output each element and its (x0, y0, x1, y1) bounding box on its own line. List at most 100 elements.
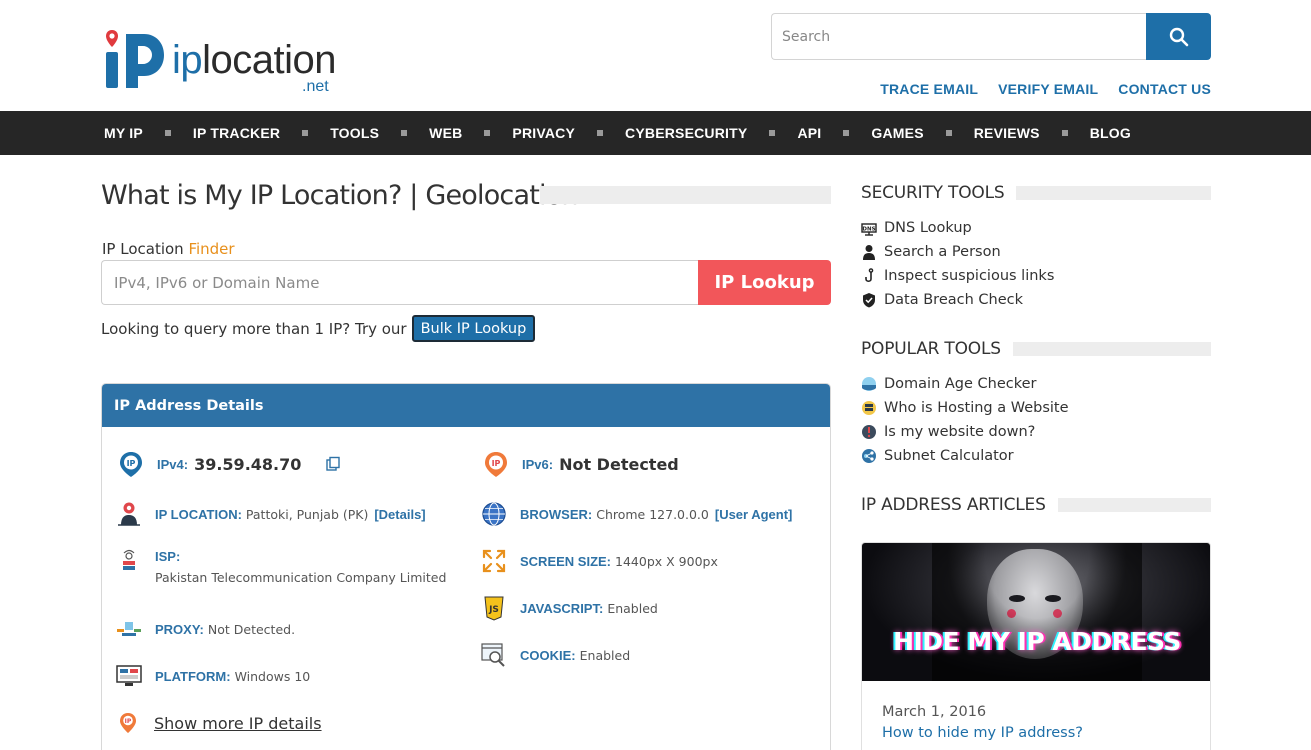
header-search (771, 13, 1211, 60)
list-item[interactable]: Is my website down? (861, 420, 1069, 444)
platform-label: PLATFORM: (155, 668, 231, 684)
person-icon (863, 245, 875, 260)
ipv4-label: IPv4: (157, 456, 189, 472)
nav-separator (1061, 130, 1068, 136)
ip-pin-icon: IP (120, 452, 142, 477)
show-more-ip-details-link[interactable]: Show more IP details (154, 714, 322, 733)
list-item[interactable]: Data Breach Check (861, 288, 1054, 312)
top-links: TRACE EMAIL VERIFY EMAIL CONTACT US (880, 81, 1211, 97)
popular-tools-list: Domain Age Checker Who is Hosting a Webs… (861, 372, 1069, 468)
list-item[interactable]: DNS DNS Lookup (861, 216, 1054, 240)
bulk-ip-lookup-button[interactable]: Bulk IP Lookup (411, 315, 536, 342)
finder-label: IP Location Finder (102, 240, 235, 258)
page-title: What is My IP Location? | Geolocation (101, 180, 579, 211)
svg-text:DNS: DNS (862, 227, 875, 233)
cookie-row: COOKIE: Enabled (481, 642, 630, 668)
popular-tools-heading: POPULAR TOOLS (861, 339, 1211, 359)
article-link[interactable]: How to hide my IP address? (882, 725, 1083, 741)
proxy-value: Not Detected. (207, 621, 296, 637)
logo-mark-icon (106, 30, 164, 88)
isp-label: ISP: (155, 549, 181, 564)
ipv6-label: IPv6: (522, 456, 554, 472)
trace-email-link[interactable]: TRACE EMAIL (880, 81, 978, 97)
svg-text:IP: IP (492, 459, 501, 468)
nav-separator (769, 130, 776, 136)
list-item[interactable]: Inspect suspicious links (861, 264, 1054, 288)
platform-row: PLATFORM: Windows 10 (116, 663, 310, 689)
nav-blog[interactable]: BLOG (1090, 125, 1131, 141)
subnet-icon (862, 449, 876, 463)
ip-pin-small-icon: IP (120, 713, 136, 733)
ip-details-card: IP Address Details IP IPv4: 39.59.48.70 … (101, 383, 831, 750)
shield-icon (863, 293, 875, 308)
domain-age-icon (862, 377, 876, 391)
show-more-row: IP Show more IP details (118, 712, 322, 734)
search-input[interactable] (771, 13, 1146, 60)
ip-address-articles-heading: IP ADDRESS ARTICLES (861, 495, 1211, 515)
nav-separator (597, 130, 604, 136)
list-item[interactable]: Domain Age Checker (861, 372, 1069, 396)
nav-separator (164, 130, 171, 136)
ip-location-label: IP LOCATION: (155, 506, 242, 522)
nav-tools[interactable]: TOOLS (330, 125, 379, 141)
security-tools-list: DNS DNS Lookup Search a Person Inspect s… (861, 216, 1054, 312)
nav-games[interactable]: GAMES (871, 125, 923, 141)
svg-text:IP: IP (127, 459, 136, 468)
resize-arrows-icon (482, 549, 506, 573)
ipv6-row: IP IPv6: Not Detected (483, 451, 679, 477)
search-icon (1169, 27, 1188, 46)
nav-separator (484, 130, 491, 136)
svg-text:IP: IP (125, 718, 132, 725)
nav-cybersecurity[interactable]: CYBERSECURITY (625, 125, 747, 141)
nav-separator (401, 130, 408, 136)
security-tools-heading: SECURITY TOOLS (861, 183, 1211, 203)
verify-email-link[interactable]: VERIFY EMAIL (998, 81, 1098, 97)
nav-separator (843, 130, 850, 136)
nav-api[interactable]: API (797, 125, 821, 141)
svg-text:JS: JS (488, 605, 499, 615)
bulk-lookup-text: Looking to query more than 1 IP? Try our (101, 319, 407, 338)
list-item[interactable]: Subnet Calculator (861, 444, 1069, 468)
dns-icon: DNS (861, 223, 877, 236)
location-details-link[interactable]: [Details] (374, 507, 425, 522)
nav-separator (302, 130, 309, 136)
ip-location-row: IP LOCATION: Pattoki, Punjab (PK) [Detai… (116, 501, 426, 527)
nav-privacy[interactable]: PRIVACY (512, 125, 575, 141)
contact-us-link[interactable]: CONTACT US (1118, 81, 1211, 97)
bulk-lookup-row: Looking to query more than 1 IP? Try our… (101, 315, 536, 342)
isp-row: ISP: Pakistan Telecommunication Company … (116, 549, 446, 585)
fishhook-icon (865, 268, 874, 283)
nav-reviews[interactable]: REVIEWS (974, 125, 1040, 141)
article-card[interactable]: HIDE MY IP ADDRESS March 1, 2016 How to … (861, 542, 1211, 750)
ip-lookup-input[interactable] (101, 260, 698, 305)
search-button[interactable] (1146, 13, 1211, 60)
javascript-row: JS JAVASCRIPT: Enabled (481, 595, 658, 621)
proxy-row: PROXY: Not Detected. (116, 616, 295, 642)
nav-ip-tracker[interactable]: IP TRACKER (193, 125, 280, 141)
article-image[interactable]: HIDE MY IP ADDRESS (862, 543, 1210, 681)
site-logo[interactable]: iplocation .net (104, 26, 344, 96)
screen-size-label: SCREEN SIZE: (520, 553, 612, 569)
list-item[interactable]: Who is Hosting a Website (861, 396, 1069, 420)
cookie-label: COOKIE: (520, 647, 576, 663)
nav-my-ip[interactable]: MY IP (104, 125, 143, 141)
ip-pin-orange-icon: IP (485, 452, 507, 477)
logo-wordmark: iplocation (172, 38, 337, 82)
ip-lookup-form: IP Lookup (101, 260, 831, 305)
ip-lookup-button[interactable]: IP Lookup (698, 260, 831, 305)
article-image-text: HIDE MY IP ADDRESS (893, 627, 1181, 656)
title-divider (540, 186, 831, 204)
list-item[interactable]: Search a Person (861, 240, 1054, 264)
ipv4-value: 39.59.48.70 (194, 454, 302, 474)
screen-size-row: SCREEN SIZE: 1440px X 900px (481, 548, 718, 574)
javascript-value: Enabled (607, 600, 658, 616)
location-person-icon (118, 502, 140, 526)
nav-web[interactable]: WEB (429, 125, 462, 141)
ipv6-value: Not Detected (559, 454, 679, 474)
cookie-search-icon (481, 643, 505, 667)
logo-net: .net (302, 78, 329, 95)
user-agent-link[interactable]: [User Agent] (715, 507, 793, 522)
copy-icon[interactable] (325, 456, 341, 472)
ip-location-value: Pattoki, Punjab (PK) (245, 506, 369, 522)
javascript-icon: JS (484, 596, 504, 621)
